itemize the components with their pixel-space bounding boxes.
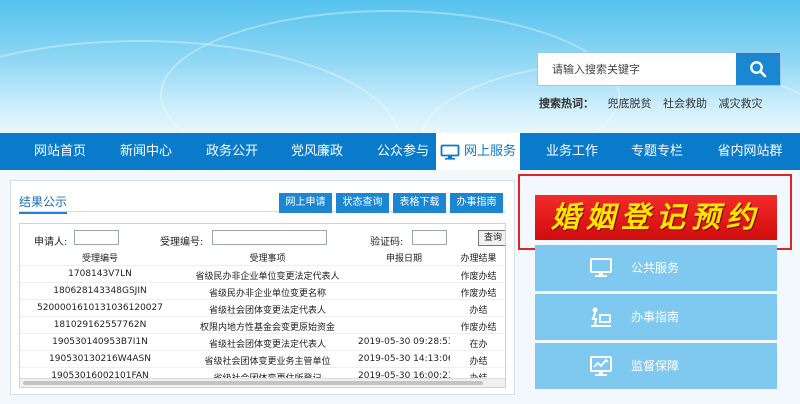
- table-row[interactable]: 1708143V7LN 省级民办非企业单位变更法定代表人 作废办结: [20, 265, 505, 282]
- nav-item-special-topics[interactable]: 专题专栏: [617, 133, 697, 170]
- column-header: 申报日期: [385, 254, 422, 264]
- captcha-label: 验证码:: [370, 237, 404, 248]
- nav-item-label: 公众参与: [376, 144, 429, 159]
- nav-item-site-group[interactable]: 省内网站群: [705, 133, 795, 170]
- nav-item-home[interactable]: 网站首页: [20, 133, 100, 170]
- side-button-label: 公共服务: [631, 261, 680, 275]
- main-nav: 网站首页 新闻中心 政务公开 党风廉政 公众参与 网上服务 业务工作 专题专栏 …: [0, 133, 800, 170]
- status-query-button[interactable]: 状态查询: [336, 193, 389, 213]
- result-cell: 作废办结: [460, 323, 497, 333]
- guide-side-button[interactable]: 办事指南: [535, 294, 777, 340]
- hot-word-link[interactable]: 社会救助: [663, 97, 707, 110]
- hot-word-link[interactable]: 减灾救灾: [719, 97, 763, 110]
- result-cell: 办结: [469, 357, 488, 367]
- column-header: 受理事项: [249, 254, 286, 264]
- nav-item-online-service[interactable]: 网上服务: [436, 133, 520, 170]
- captcha-input[interactable]: [412, 230, 447, 245]
- table-row[interactable]: 180628143348GSJIN 省级民办非企业单位变更名称 作废办结: [20, 282, 505, 299]
- table-header: 受理编号 受理事项 申报日期 办理结果: [20, 250, 505, 264]
- nav-item-label: 政务公开: [205, 144, 258, 159]
- date-cell: 2019-05-30 14:13:06: [358, 354, 450, 364]
- date-cell: 2019-05-30 09:28:53: [358, 337, 450, 347]
- item-cell: 省级社会团体变更法定代表人: [208, 306, 326, 316]
- applicant-label: 申请人:: [34, 237, 68, 248]
- query-button[interactable]: 查询: [478, 230, 505, 246]
- item-cell: 省级社会团体变更法定代表人: [208, 340, 326, 350]
- accept-no-input[interactable]: [212, 230, 327, 245]
- form-download-button[interactable]: 表格下载: [393, 193, 446, 213]
- table-row[interactable]: 181029162557762N 权限内地方性基金会变更原始资金 作废办结: [20, 316, 505, 333]
- results-panel: 结果公示 网上申请 状态查询 表格下载 办事指南 申请人: 受理编号: 验证码:…: [10, 180, 515, 395]
- header-banner: 搜索热词： 兜底脱贫 社会救助 减灾救灾: [0, 0, 800, 133]
- result-cell: 作废办结: [460, 272, 497, 282]
- nav-item-public-participation[interactable]: 公众参与: [363, 133, 443, 170]
- marriage-registration-banner[interactable]: 婚姻登记预约: [535, 195, 777, 240]
- applicant-input[interactable]: [74, 230, 119, 245]
- nav-item-integrity[interactable]: 党风廉政: [277, 133, 357, 170]
- search-box: [537, 52, 781, 86]
- hot-words: 搜索热词： 兜底脱贫 社会救助 减灾救灾: [539, 95, 771, 111]
- public-service-button[interactable]: 公共服务: [535, 245, 777, 291]
- column-header: 办理结果: [460, 254, 497, 264]
- item-cell: 省级社会团体变更业务主管单位: [204, 357, 331, 367]
- table-row[interactable]: 190530140953B7I1N 省级社会团体变更法定代表人 2019-05-…: [20, 333, 505, 350]
- column-header: 受理编号: [81, 254, 118, 264]
- monitor-icon: [440, 144, 460, 160]
- nav-item-label: 新闻中心: [119, 144, 172, 159]
- nav-item-label: 网站首页: [33, 144, 86, 159]
- guide-button[interactable]: 办事指南: [450, 193, 503, 213]
- nav-item-news[interactable]: 新闻中心: [106, 133, 186, 170]
- table-row[interactable]: 190530130216W4ASN 省级社会团体变更业务主管单位 2019-05…: [20, 350, 505, 367]
- supervision-chart-icon: [590, 356, 612, 376]
- nav-item-business[interactable]: 业务工作: [532, 133, 612, 170]
- accept-no-cell: 5200001610131036120027: [37, 303, 163, 313]
- nav-item-label: 党风廉政: [290, 144, 343, 159]
- banner-text: 婚姻登记预约: [550, 200, 761, 234]
- side-button-label: 监督保障: [631, 359, 680, 373]
- table-row[interactable]: 5200001610131036120027 省级社会团体变更法定代表人 办结: [20, 299, 505, 316]
- accept-no-cell: 181029162557762N: [53, 320, 147, 330]
- accept-no-cell: 1708143V7LN: [68, 269, 132, 279]
- guide-person-icon: [591, 307, 611, 327]
- nav-item-government-affairs[interactable]: 政务公开: [192, 133, 272, 170]
- hot-words-label: 搜索热词：: [539, 97, 594, 110]
- result-cell: 在办: [469, 340, 488, 350]
- item-cell: 省级民办非企业单位变更名称: [208, 289, 326, 299]
- item-cell: 省级民办非企业单位变更法定代表人: [195, 272, 340, 282]
- nav-item-label: 网上服务: [463, 144, 516, 159]
- search-button[interactable]: [736, 53, 780, 85]
- supervision-button[interactable]: 监督保障: [535, 343, 777, 389]
- horizontal-scrollbar[interactable]: [20, 378, 505, 387]
- nav-item-label: 业务工作: [545, 144, 598, 159]
- nav-item-label: 专题专栏: [630, 144, 683, 159]
- online-apply-button[interactable]: 网上申请: [279, 193, 332, 213]
- hot-word-link[interactable]: 兜底脱贫: [608, 97, 652, 110]
- search-icon: [750, 61, 767, 78]
- item-cell: 权限内地方性基金会变更原始资金: [199, 323, 335, 333]
- accept-no-cell: 180628143348GSJIN: [53, 286, 147, 296]
- side-button-label: 办事指南: [631, 310, 680, 324]
- results-table-frame: 申请人: 受理编号: 验证码: 查询 受理编号 受理事项 申报日期 办理结果 1…: [19, 223, 506, 388]
- monitor-icon: [590, 258, 612, 277]
- accept-no-cell: 190530130216W4ASN: [49, 354, 151, 364]
- nav-item-label: 省内网站群: [717, 144, 783, 159]
- search-input[interactable]: [538, 53, 738, 85]
- accept-no-cell: 190530140953B7I1N: [52, 337, 148, 347]
- accept-no-label: 受理编号:: [160, 237, 204, 248]
- result-cell: 办结: [469, 306, 488, 316]
- result-cell: 作废办结: [460, 289, 497, 299]
- scrollbar-thumb[interactable]: [23, 381, 483, 385]
